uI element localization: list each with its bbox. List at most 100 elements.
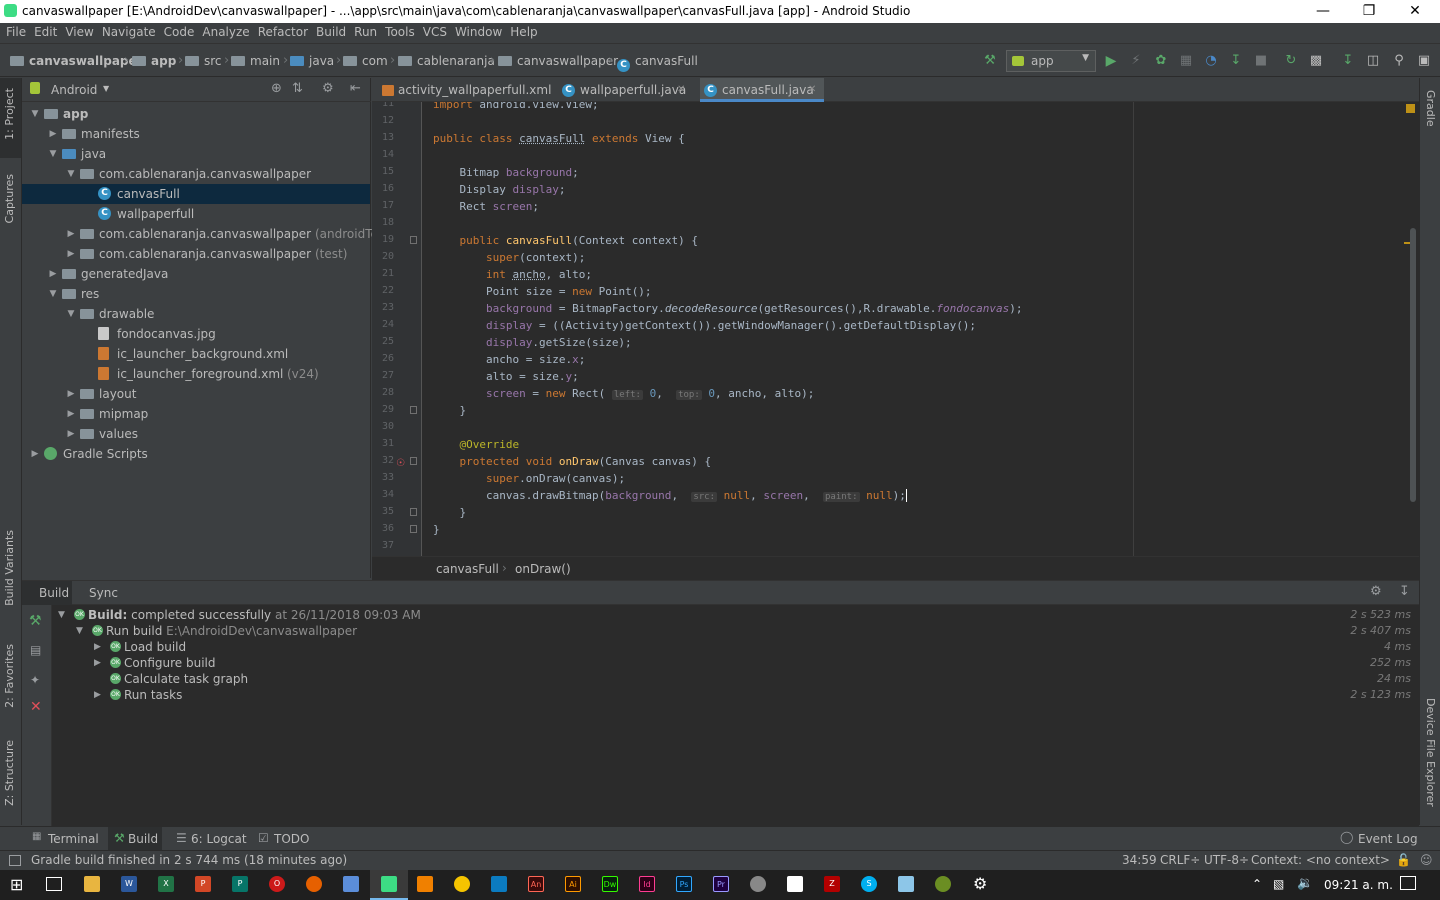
firefox-icon[interactable]	[306, 876, 322, 892]
android-studio-taskbar-button[interactable]	[370, 870, 408, 900]
app-icon[interactable]	[750, 876, 766, 892]
tree-item-java[interactable]: ▼ java	[22, 144, 370, 164]
menu-help[interactable]: Help	[506, 23, 541, 41]
virtualbox-icon[interactable]	[343, 876, 359, 892]
vlc-icon[interactable]	[417, 876, 433, 892]
close-button[interactable]: ✕	[1392, 0, 1438, 23]
menu-build[interactable]: Build	[312, 23, 350, 41]
tab-canvasfull[interactable]: C canvasFull.java ✕	[700, 78, 824, 102]
menu-refactor[interactable]: Refactor	[254, 23, 312, 41]
run-tasks-row[interactable]: ▶ OK Run tasks 2 s 123 ms	[52, 687, 1419, 703]
expand-arrow-icon[interactable]: ▼	[58, 607, 65, 623]
collapse-all-icon[interactable]: ⇅	[292, 81, 303, 96]
collapse-arrow-icon[interactable]: ▶	[48, 264, 58, 284]
fold-marker-icon[interactable]	[410, 525, 417, 533]
logcat-tab[interactable]: 6: Logcat	[191, 832, 247, 846]
hide-panel-icon[interactable]: ⇤	[350, 81, 361, 96]
indesign-icon[interactable]: Id	[639, 876, 655, 892]
tree-item-mipmap[interactable]: ▶ mipmap	[22, 404, 370, 424]
crumb-canvasfull[interactable]: CcanvasFull	[617, 54, 698, 72]
menu-run[interactable]: Run	[350, 23, 381, 41]
crumb-class[interactable]: canvasFull	[436, 562, 499, 576]
tree-item-generatedjava[interactable]: ▶ generatedJava	[22, 264, 370, 284]
crumb-method[interactable]: onDraw()	[515, 562, 571, 576]
minimize-button[interactable]: —	[1300, 0, 1346, 23]
collapse-arrow-icon[interactable]: ▶	[66, 384, 76, 404]
file-encoding[interactable]: UTF-8÷	[1204, 853, 1249, 867]
expand-arrow-icon[interactable]: ▼	[30, 104, 40, 124]
fold-marker-icon[interactable]	[410, 457, 417, 465]
avast-icon[interactable]	[454, 876, 470, 892]
tree-item-gradle-scripts[interactable]: ▶ Gradle Scripts	[22, 444, 370, 464]
tree-item-layout[interactable]: ▶ layout	[22, 384, 370, 404]
tree-item-ic-launcher-foreground[interactable]: ic_launcher_foreground.xml (v24)	[22, 364, 370, 384]
collapse-arrow-icon[interactable]: ▶	[66, 244, 76, 264]
expand-arrow-icon[interactable]: ▼	[48, 284, 58, 304]
inspection-status-icon[interactable]	[1406, 104, 1415, 113]
build-status-row[interactable]: ▼ OK Build: completed successfully at 26/1…	[52, 607, 1419, 623]
debug-icon[interactable]: ✿	[1151, 51, 1171, 71]
network-icon[interactable]: ▧	[1273, 877, 1284, 891]
excel-icon[interactable]: X	[158, 876, 174, 892]
filezilla-icon[interactable]: Z	[824, 876, 840, 892]
menu-analyze[interactable]: Analyze	[198, 23, 253, 41]
run-icon[interactable]: ▶	[1101, 51, 1121, 71]
clock[interactable]: 09:21 a. m.	[1324, 878, 1393, 892]
apply-code-changes-icon[interactable]: ↧	[1226, 51, 1246, 71]
build-tab[interactable]: ⚒ Build	[108, 827, 162, 851]
tree-item-canvasfull[interactable]: CcanvasFull	[22, 184, 370, 204]
sync-gradle-icon[interactable]: ↻	[1281, 51, 1301, 71]
crumb-cablenaranja[interactable]: cablenaranja	[398, 54, 495, 68]
crumb-main[interactable]: main	[231, 54, 280, 68]
rebuild-icon[interactable]: ⚒	[29, 613, 42, 629]
tree-item-manifests[interactable]: ▶ manifests	[22, 124, 370, 144]
fold-marker-icon[interactable]	[410, 406, 417, 414]
menu-vcs[interactable]: VCS	[419, 23, 451, 41]
crumb-canvaswallpaper[interactable]: canvaswallpaper	[498, 54, 618, 68]
volume-icon[interactable]: 🔉	[1297, 876, 1313, 891]
menu-code[interactable]: Code	[160, 23, 199, 41]
fold-marker-icon[interactable]	[410, 236, 417, 244]
expand-arrow-icon[interactable]: ▼	[66, 164, 76, 184]
settings-icon[interactable]: ▣	[1414, 51, 1434, 71]
file-explorer-icon[interactable]	[84, 876, 100, 892]
tree-item-package[interactable]: ▼ com.cablenaranja.canvaswallpaper	[22, 164, 370, 184]
editor-scrollbar[interactable]	[1410, 228, 1416, 502]
caret-position[interactable]: 34:59	[1122, 853, 1157, 867]
avd-manager-icon[interactable]: ▩	[1306, 51, 1326, 71]
close-icon[interactable]: ✕	[30, 699, 42, 715]
premiere-icon[interactable]: Pr	[713, 876, 729, 892]
collapse-arrow-icon[interactable]: ▶	[94, 639, 101, 655]
project-tool-tab[interactable]: 1: Project	[0, 78, 21, 158]
app-icon[interactable]	[935, 876, 951, 892]
menu-view[interactable]: View	[61, 23, 97, 41]
tree-item-drawable[interactable]: ▼ drawable	[22, 304, 370, 324]
tree-item-package-androidtest[interactable]: ▶ com.cablenaranja.canvaswallpaper (androi…	[22, 224, 394, 244]
powerpoint-icon[interactable]: P	[195, 876, 211, 892]
run-build-row[interactable]: ▼ OK Run build E:\AndroidDev\canvaswallpap…	[52, 623, 1419, 639]
crumb-app[interactable]: app	[132, 54, 176, 68]
status-message[interactable]: Gradle build finished in 2 s 744 ms (18 …	[31, 853, 347, 867]
locate-icon[interactable]: ⊕	[271, 81, 282, 96]
tab-activity-wallpaperfull[interactable]: activity_wallpaperfull.xml	[378, 78, 552, 102]
attach-debugger-icon[interactable]: ▦	[1176, 51, 1196, 71]
app-icon[interactable]	[491, 876, 507, 892]
word-icon[interactable]: W	[121, 876, 137, 892]
fold-marker-icon[interactable]	[410, 508, 417, 516]
run-config-select[interactable]: app ▼	[1006, 50, 1096, 72]
collapse-arrow-icon[interactable]: ▶	[94, 655, 101, 671]
windows-start-icon[interactable]: ⊞	[10, 877, 23, 893]
override-marker-icon[interactable]: ☉	[396, 458, 405, 469]
project-view-select[interactable]: Android	[51, 83, 97, 97]
code-editor[interactable]: 11 12 13 14 15 16 17 18 19 20 21 22 23 24 25 26 27 28 29 30…	[372, 102, 1419, 556]
expand-arrow-icon[interactable]: ▼	[48, 144, 58, 164]
search-icon[interactable]: ⚲	[1389, 51, 1409, 71]
task-view-icon[interactable]	[46, 877, 62, 891]
close-tab-icon[interactable]: ✕	[808, 78, 816, 102]
collapse-arrow-icon[interactable]: ▶	[94, 687, 101, 703]
opera-icon[interactable]: O	[269, 876, 285, 892]
settings-icon[interactable]: ⚙	[973, 876, 987, 892]
collapse-arrow-icon[interactable]: ▶	[48, 124, 58, 144]
line-separator[interactable]: CRLF÷	[1160, 853, 1200, 867]
menu-window[interactable]: Window	[451, 23, 506, 41]
